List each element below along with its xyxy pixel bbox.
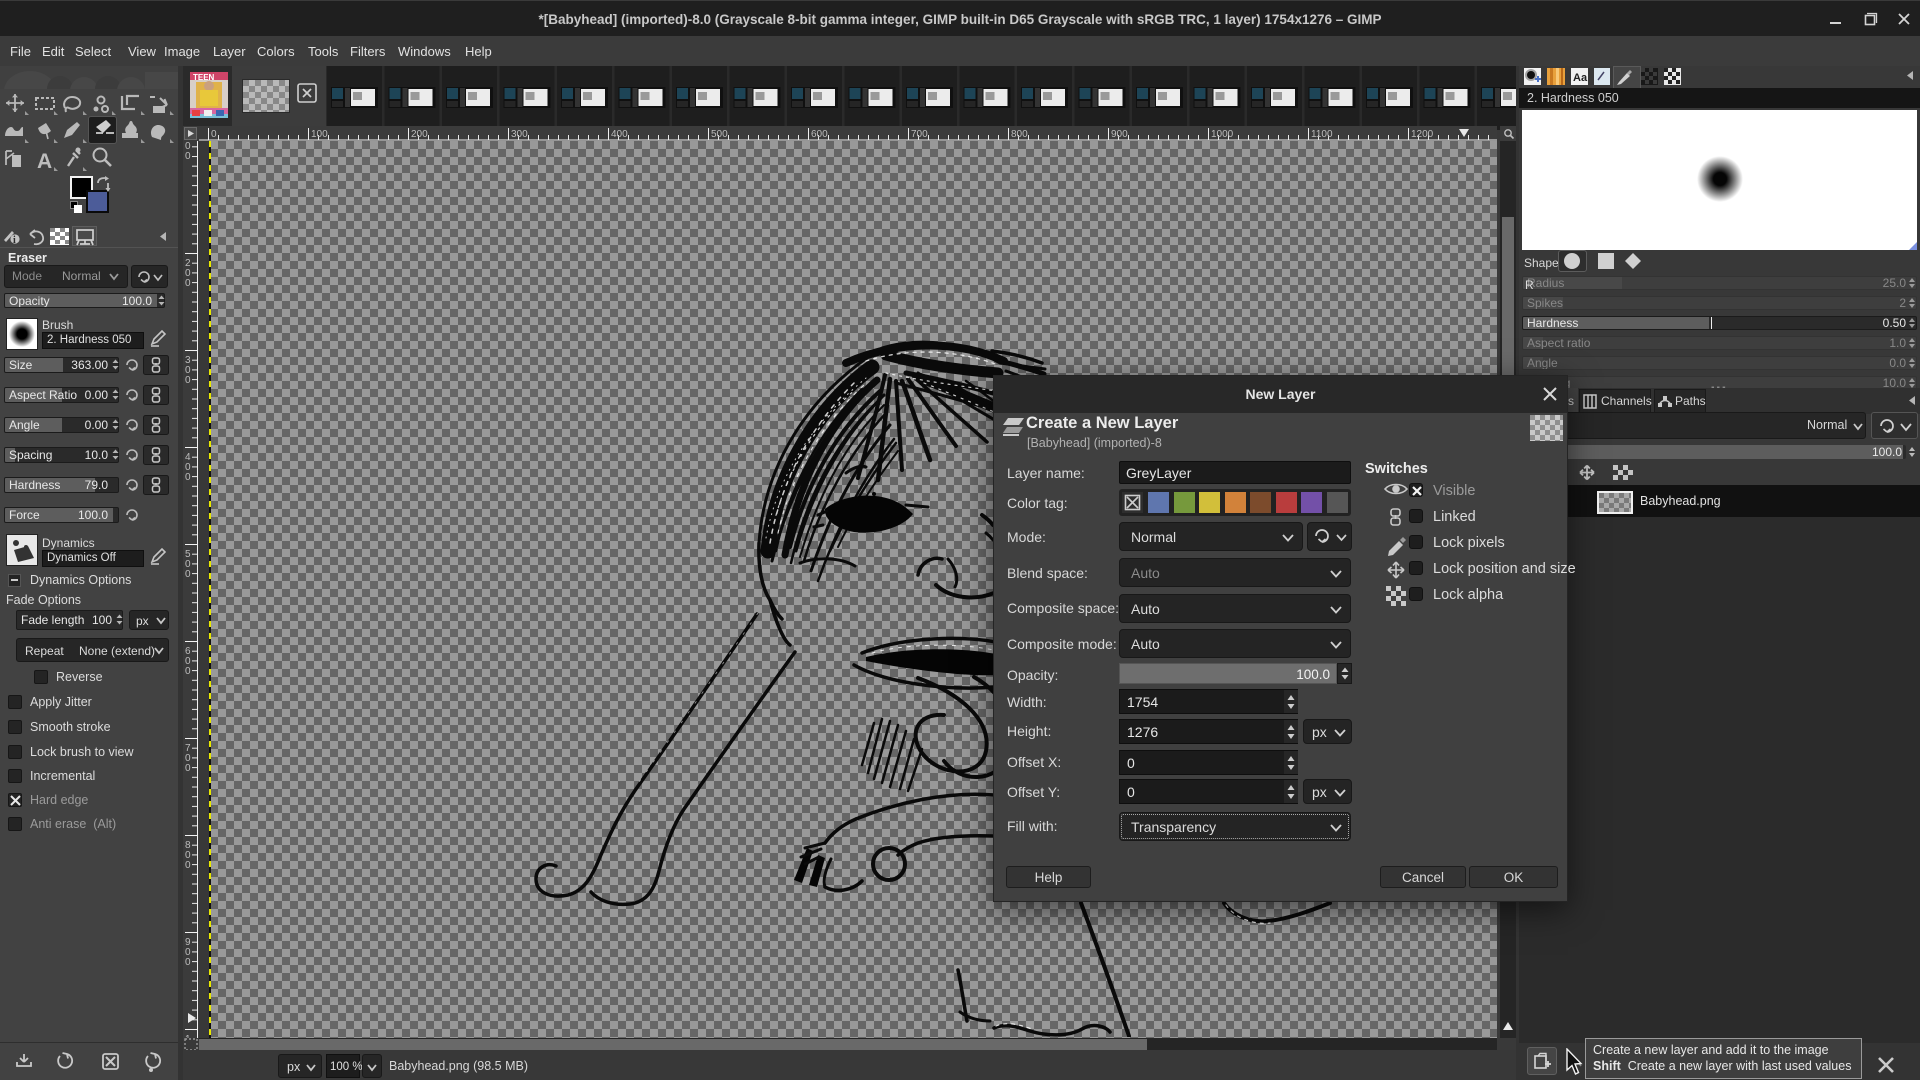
svg-text:500: 500: [711, 129, 728, 140]
svg-text:400: 400: [611, 129, 628, 140]
svg-text:600: 600: [811, 129, 828, 140]
svg-text:i: i: [13, 235, 16, 246]
svg-text:0: 0: [185, 151, 191, 162]
svg-text:1200: 1200: [1411, 129, 1434, 140]
svg-text:0: 0: [185, 375, 191, 386]
svg-text:0: 0: [185, 278, 191, 289]
svg-text:1100: 1100: [1311, 129, 1333, 140]
svg-text:0: 0: [185, 666, 191, 677]
svg-text:0: 0: [185, 860, 191, 871]
svg-text:900: 900: [1111, 129, 1128, 140]
svg-text:0: 0: [211, 129, 217, 140]
svg-text:Aa: Aa: [1573, 72, 1588, 84]
svg-text:300: 300: [511, 129, 528, 140]
svg-text:0: 0: [185, 472, 191, 483]
svg-text:0: 0: [185, 957, 191, 968]
svg-text:1000: 1000: [1211, 129, 1234, 140]
svg-text:700: 700: [911, 129, 928, 140]
svg-text:0: 0: [185, 763, 191, 774]
svg-text:TEEN: TEEN: [193, 73, 215, 82]
svg-text:200: 200: [411, 129, 428, 140]
svg-text:800: 800: [1011, 129, 1028, 140]
svg-text:100: 100: [311, 129, 328, 140]
svg-text:0: 0: [185, 569, 191, 580]
